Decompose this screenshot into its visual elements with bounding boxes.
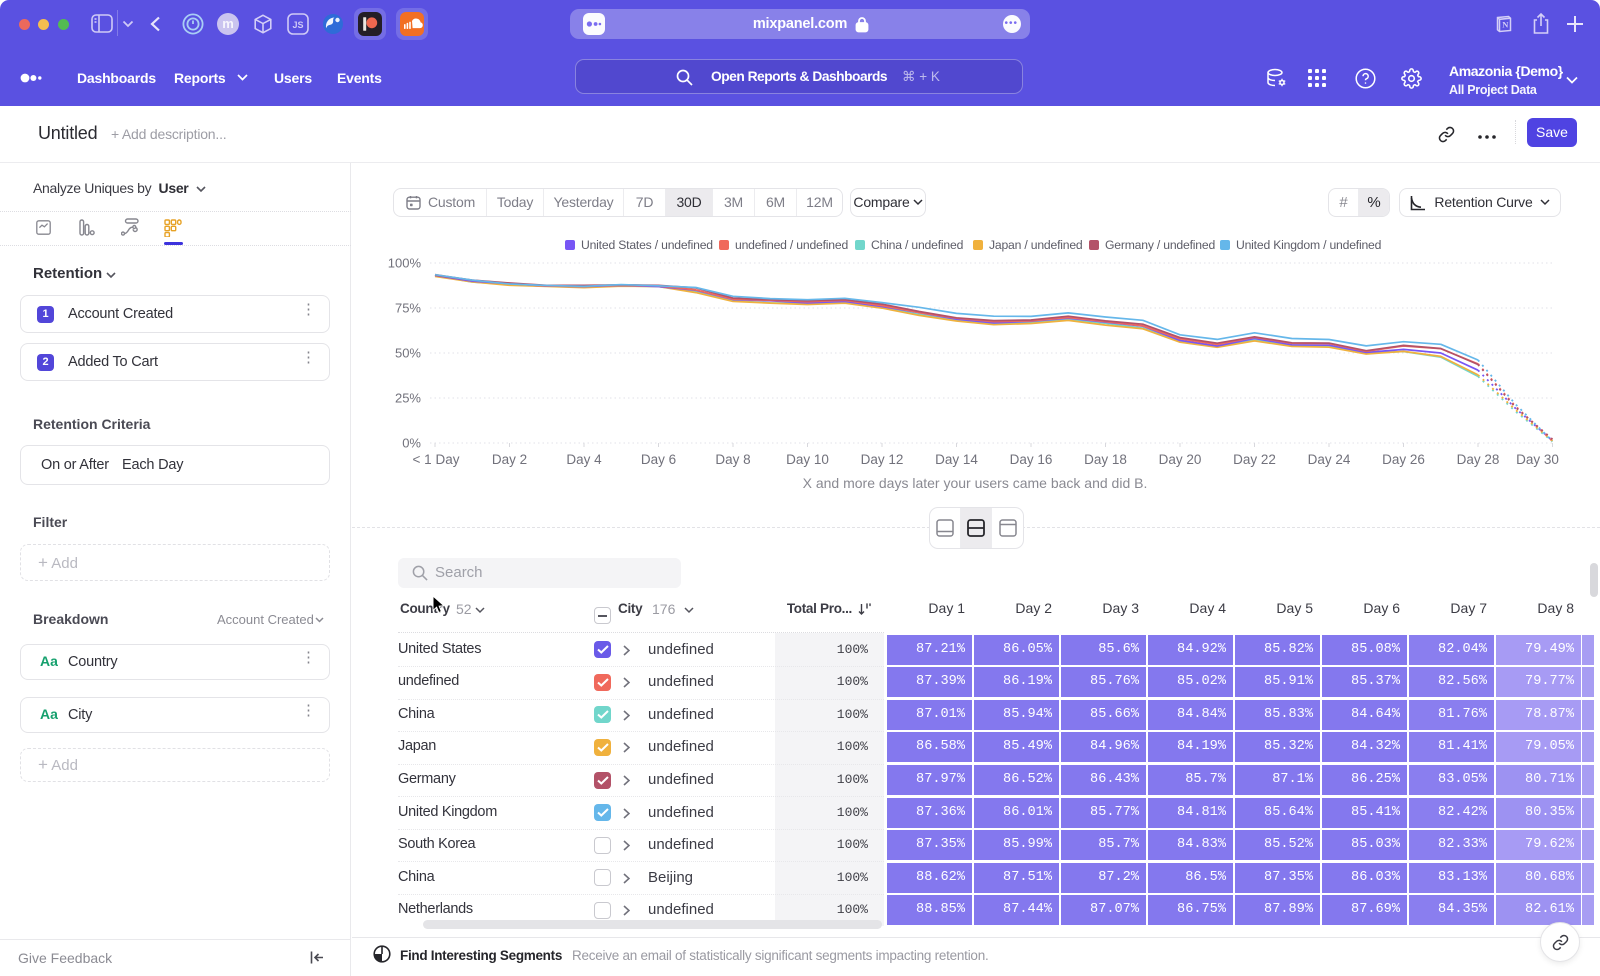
svg-text:Day 30: Day 30 xyxy=(1516,452,1559,467)
svg-text:Day 6: Day 6 xyxy=(641,452,676,467)
svg-text:Day 12: Day 12 xyxy=(861,452,904,467)
svg-text:Day 18: Day 18 xyxy=(1084,452,1127,467)
svg-text:Day 24: Day 24 xyxy=(1308,452,1351,467)
svg-text:Day 4: Day 4 xyxy=(566,452,602,467)
svg-text:Day 26: Day 26 xyxy=(1382,452,1425,467)
svg-text:Day 28: Day 28 xyxy=(1457,452,1500,467)
svg-text:0%: 0% xyxy=(402,436,421,451)
svg-text:JS: JS xyxy=(292,20,303,30)
svg-text:25%: 25% xyxy=(395,391,421,406)
svg-text:100%: 100% xyxy=(388,256,422,271)
svg-text:Day 10: Day 10 xyxy=(786,452,829,467)
svg-text:75%: 75% xyxy=(395,301,421,316)
svg-text:N: N xyxy=(1502,20,1509,30)
svg-text:Day 16: Day 16 xyxy=(1010,452,1053,467)
svg-text:Day 20: Day 20 xyxy=(1159,452,1202,467)
svg-text:< 1 Day: < 1 Day xyxy=(413,452,460,467)
svg-text:Day 8: Day 8 xyxy=(715,452,750,467)
svg-text:Day 22: Day 22 xyxy=(1233,452,1276,467)
svg-text:50%: 50% xyxy=(395,346,421,361)
svg-text:Day 2: Day 2 xyxy=(492,452,527,467)
svg-text:Day 14: Day 14 xyxy=(935,452,978,467)
